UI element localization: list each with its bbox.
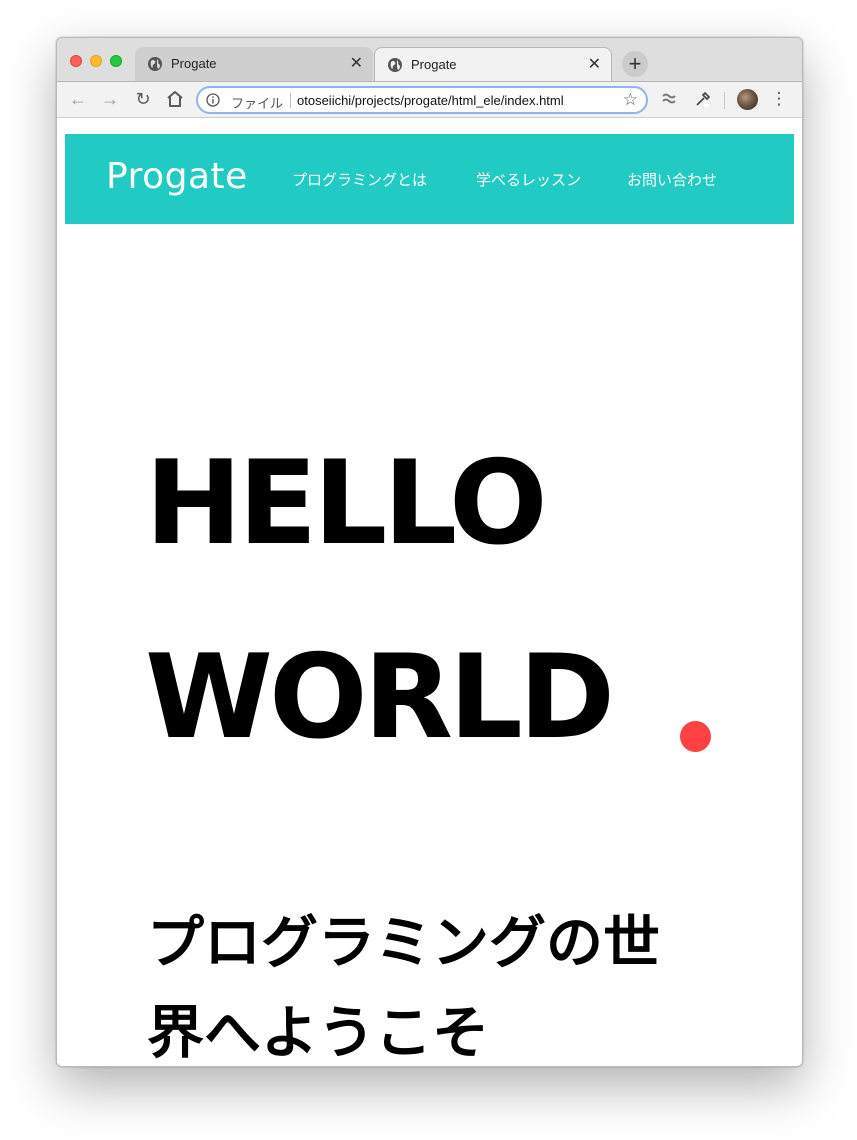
extension-icon[interactable] (661, 90, 679, 108)
avatar[interactable] (737, 89, 758, 110)
hero-accent-dot (680, 721, 711, 752)
address-bar[interactable]: ファイル otoseiichi/projects/progate/html_el… (196, 86, 648, 114)
nav-link-lessons[interactable]: 学べるレッスン (476, 169, 581, 190)
close-tab-icon[interactable]: ✕ (588, 54, 601, 74)
scheme-label: ファイル (231, 96, 284, 111)
hero-title-line-2: WORLD (145, 630, 615, 765)
tab-active[interactable]: Progate ✕ (374, 47, 612, 82)
nav-link-contact[interactable]: お問い合わせ (627, 169, 717, 190)
tab-title: Progate (411, 57, 457, 72)
info-icon[interactable] (206, 93, 220, 107)
close-window-button[interactable] (70, 55, 82, 67)
back-icon[interactable]: ← (66, 87, 90, 111)
toolbar-divider (724, 92, 725, 109)
site-header: Progate プログラミングとは 学べるレッスン お問い合わせ (65, 134, 794, 224)
address-separator (290, 93, 291, 108)
tab-strip: Progate ✕ Progate ✕ + (57, 38, 802, 82)
tab-title: Progate (171, 56, 217, 71)
browser-window: Progate ✕ Progate ✕ + ← → ↻ ファイル otoseii… (56, 37, 803, 1067)
nav-link-about-programming[interactable]: プログラミングとは (292, 169, 427, 190)
new-tab-button[interactable]: + (622, 51, 648, 77)
url-text[interactable]: otoseiichi/projects/progate/html_ele/ind… (297, 93, 612, 108)
eyedropper-icon[interactable] (694, 90, 712, 108)
minimize-window-button[interactable] (90, 55, 102, 67)
close-tab-icon[interactable]: ✕ (350, 53, 363, 73)
forward-icon[interactable]: → (98, 87, 122, 111)
tab-inactive[interactable]: Progate ✕ (135, 47, 373, 81)
globe-icon (388, 58, 402, 72)
star-icon[interactable]: ☆ (623, 90, 638, 110)
zoom-window-button[interactable] (110, 55, 122, 67)
reload-icon[interactable]: ↻ (131, 87, 155, 111)
site-logo[interactable]: Progate (106, 156, 248, 197)
home-icon[interactable] (163, 87, 187, 111)
hero-title-line-1: HELLO (145, 436, 548, 571)
globe-icon (148, 57, 162, 71)
page-viewport: Progate プログラミングとは 学べるレッスン お問い合わせ HELLO W… (57, 118, 802, 1066)
browser-toolbar: ← → ↻ ファイル otoseiichi/projects/progate/h… (57, 81, 802, 118)
hero-subtitle: プログラミングの世界へようこそ (147, 910, 660, 1066)
more-vert-icon[interactable]: ⋮ (769, 87, 789, 111)
